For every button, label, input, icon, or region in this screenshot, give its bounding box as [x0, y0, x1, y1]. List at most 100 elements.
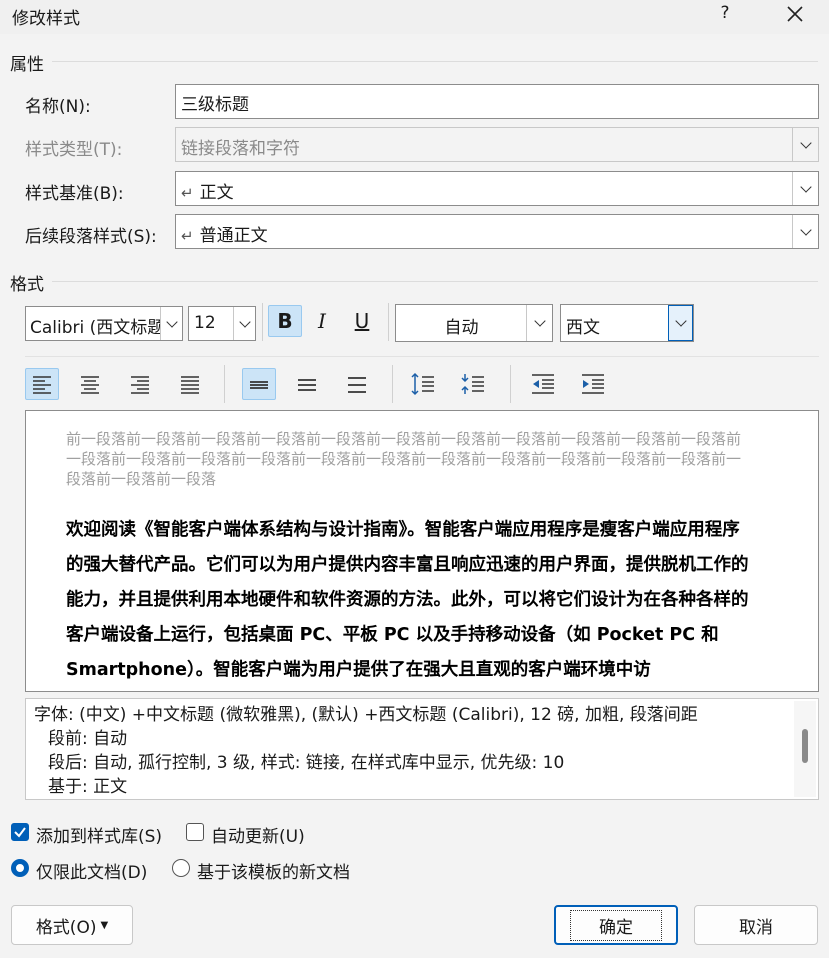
style-description: 字体: (中文) +中文标题 (微软雅黑), (默认) +西文标题 (Calib…	[25, 698, 819, 800]
style-based-on-dropdown[interactable]	[792, 172, 818, 205]
close-button[interactable]	[778, 0, 812, 28]
align-center-button[interactable]	[73, 368, 107, 400]
font-size-combo[interactable]: 12	[188, 306, 256, 341]
description-line: 段前: 自动	[48, 729, 128, 749]
script-dropdown[interactable]	[668, 305, 693, 341]
align-right-button[interactable]	[123, 368, 157, 400]
style-type-label: 样式类型(T):	[25, 140, 123, 160]
toolbar-separator	[392, 365, 393, 403]
style-based-on-combo[interactable]: ↵ 正文	[175, 171, 819, 206]
decrease-indent-button[interactable]	[526, 368, 560, 400]
paragraph-mark-icon: ↵	[181, 227, 194, 245]
toolbar-divider	[25, 356, 819, 357]
chevron-down-icon	[799, 136, 812, 149]
justify-icon	[181, 376, 199, 394]
style-preview: 前一段落前一段落前一段落前一段落前一段落前一段落前一段落前一段落前一段落前一段落…	[25, 410, 819, 692]
next-style-value: 普通正文	[199, 226, 268, 246]
auto-update-label[interactable]: 自动更新(U)	[211, 822, 305, 847]
format-section-label: 格式	[10, 275, 44, 295]
decrease-paragraph-spacing-icon	[461, 374, 484, 394]
style-type-value: 链接段落和字符	[181, 139, 300, 159]
new-documents-template-label[interactable]: 基于该模板的新文档	[197, 858, 350, 883]
script-combo[interactable]: 西文	[560, 304, 694, 342]
chevron-down-icon	[165, 315, 178, 328]
decrease-indent-icon	[532, 374, 554, 394]
chevron-down-icon	[674, 315, 687, 327]
double-spacing-button[interactable]	[340, 368, 374, 400]
next-style-dropdown[interactable]	[792, 215, 818, 248]
properties-section-label: 属性	[10, 55, 44, 75]
align-left-button[interactable]	[25, 368, 59, 400]
increase-indent-button[interactable]	[576, 368, 610, 400]
script-value: 西文	[566, 318, 600, 338]
close-icon	[787, 6, 803, 22]
format-menu-button[interactable]: 格式(O) ▼	[11, 905, 133, 945]
description-line: 基于: 正文	[48, 777, 128, 797]
this-document-only-radio[interactable]	[11, 859, 29, 877]
line-spacing-1-5-icon	[298, 379, 316, 391]
cancel-button[interactable]: 取消	[694, 905, 818, 945]
next-style-label: 后续段落样式(S):	[25, 227, 157, 247]
format-divider	[52, 281, 818, 282]
description-scrollbar[interactable]	[794, 701, 816, 797]
justify-button[interactable]	[173, 368, 207, 400]
line-spacing-double-icon	[348, 377, 366, 393]
chevron-down-icon	[533, 315, 546, 327]
underline-button[interactable]: U	[345, 305, 379, 337]
single-spacing-button[interactable]	[242, 368, 276, 400]
toolbar-separator	[388, 303, 389, 341]
add-to-gallery-checkbox[interactable]	[11, 823, 29, 841]
font-size-value: 12	[194, 313, 216, 333]
format-menu-label: 格式(O)	[35, 917, 97, 938]
style-based-on-label: 样式基准(B):	[25, 184, 124, 204]
increase-paragraph-spacing-icon	[411, 372, 434, 396]
font-value: Calibri (西文标题	[30, 318, 165, 338]
font-color-combo[interactable]: 自动	[395, 304, 553, 342]
align-right-icon	[131, 376, 149, 394]
increase-spacing-button[interactable]	[406, 368, 440, 400]
description-line: 段后: 自动, 孤行控制, 3 级, 样式: 链接, 在样式库中显示, 优先级:…	[48, 753, 565, 773]
style-type-dropdown	[792, 128, 818, 161]
style-based-on-value: 正文	[199, 183, 234, 203]
align-center-icon	[81, 376, 99, 394]
chevron-down-icon	[799, 223, 812, 236]
scrollbar-thumb[interactable]	[802, 729, 808, 763]
font-color-value: 自动	[444, 318, 479, 338]
name-label: 名称(N):	[25, 97, 91, 117]
ok-button[interactable]: 确定	[554, 905, 678, 945]
auto-update-checkbox[interactable]	[186, 823, 204, 841]
help-button[interactable]: ?	[712, 3, 738, 27]
italic-button[interactable]: I	[305, 305, 339, 337]
bold-button[interactable]: B	[268, 305, 302, 337]
style-type-combo: 链接段落和字符	[175, 127, 819, 162]
description-line: 字体: (中文) +中文标题 (微软雅黑), (默认) +西文标题 (Calib…	[34, 705, 698, 725]
toolbar-separator	[262, 303, 263, 341]
checkmark-icon	[14, 827, 26, 838]
line-spacing-single-icon	[250, 381, 268, 389]
toolbar-separator	[510, 365, 511, 403]
sample-text: 欢迎阅读《智能客户端体系结构与设计指南》。智能客户端应用程序是瘦客户端应用程序的…	[66, 520, 749, 680]
font-size-dropdown[interactable]	[233, 307, 255, 340]
name-input[interactable]: 三级标题	[175, 84, 819, 119]
align-left-icon	[33, 376, 51, 394]
properties-divider	[52, 61, 818, 62]
paragraph-mark-icon: ↵	[181, 184, 194, 202]
chevron-down-icon	[799, 180, 812, 193]
title-bar	[0, 0, 829, 34]
dialog-title: 修改样式	[12, 9, 80, 29]
add-to-gallery-label[interactable]: 添加到样式库(S)	[36, 822, 162, 847]
decrease-spacing-button[interactable]	[456, 368, 490, 400]
font-combo[interactable]: Calibri (西文标题	[25, 306, 183, 341]
font-dropdown[interactable]	[160, 307, 182, 340]
dropdown-arrow-icon: ▼	[100, 919, 109, 931]
increase-indent-icon	[582, 374, 604, 394]
font-color-dropdown[interactable]	[526, 305, 552, 341]
this-document-only-label[interactable]: 仅限此文档(D)	[36, 858, 147, 883]
one-half-spacing-button[interactable]	[290, 368, 324, 400]
previous-paragraph-text: 前一段落前一段落前一段落前一段落前一段落前一段落前一段落前一段落前一段落前一段落…	[66, 430, 742, 488]
toolbar-separator	[224, 365, 225, 403]
next-style-combo[interactable]: ↵ 普通正文	[175, 214, 819, 249]
ok-label: 确定	[570, 909, 662, 941]
chevron-down-icon	[238, 315, 251, 328]
new-documents-template-radio[interactable]	[172, 859, 190, 877]
